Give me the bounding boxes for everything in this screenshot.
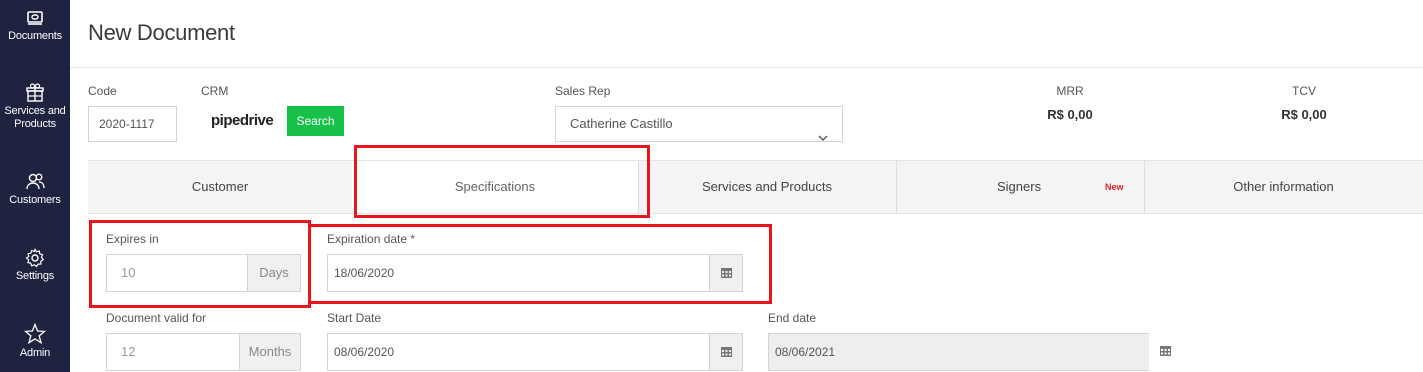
sidebar: Documents Services and Products Customer… bbox=[0, 0, 70, 372]
sales-rep-label: Sales Rep bbox=[555, 84, 611, 98]
sales-rep-select[interactable]: Catherine Castillo bbox=[555, 106, 843, 142]
new-badge: New bbox=[1105, 182, 1124, 192]
sidebar-item-label: Admin bbox=[19, 347, 51, 359]
mrr-label: MRR bbox=[1056, 84, 1084, 98]
code-label: Code bbox=[88, 84, 117, 98]
tab-other-information[interactable]: Other information bbox=[1144, 161, 1423, 213]
crm-search-button[interactable]: Search bbox=[287, 106, 344, 136]
document-valid-for-label: Document valid for bbox=[106, 311, 207, 325]
tab-signers-label: Signers bbox=[997, 179, 1042, 194]
mrr-value: R$ 0,00 bbox=[1047, 107, 1093, 122]
tab-signers[interactable]: Signers New bbox=[896, 161, 1145, 213]
highlight-expires-in bbox=[89, 220, 311, 308]
title-divider bbox=[70, 67, 1423, 68]
sidebar-item-documents[interactable]: Documents bbox=[0, 8, 70, 43]
sidebar-item-services-and-products[interactable]: Services and Products bbox=[0, 83, 70, 131]
main-content: New Document Code 2020-1117 CRM pipedriv… bbox=[70, 0, 1423, 372]
start-date-label: Start Date bbox=[327, 311, 382, 325]
sidebar-item-admin[interactable]: Admin bbox=[0, 323, 70, 360]
highlight-specifications-tab bbox=[354, 145, 650, 218]
tab-customer[interactable]: Customer bbox=[88, 161, 353, 213]
end-date-calendar-button[interactable] bbox=[1149, 333, 1183, 371]
tcv-label: TCV bbox=[1292, 84, 1316, 98]
end-date-input: 08/06/2021 bbox=[768, 333, 1150, 371]
crm-label: CRM bbox=[201, 84, 229, 98]
tab-bar: Customer Specifications Services and Pro… bbox=[88, 160, 1423, 214]
gift-icon bbox=[0, 83, 70, 103]
chevron-down-icon bbox=[818, 121, 828, 155]
sales-rep-value: Catherine Castillo bbox=[570, 116, 673, 131]
months-addon: Months bbox=[239, 333, 301, 371]
gear-icon bbox=[0, 248, 70, 268]
code-input[interactable]: 2020-1117 bbox=[88, 106, 177, 142]
users-icon bbox=[0, 172, 70, 192]
start-date-calendar-button[interactable] bbox=[709, 333, 743, 371]
document-valid-for-input[interactable]: 12 bbox=[106, 333, 240, 371]
sidebar-item-label: Settings bbox=[15, 270, 55, 282]
sidebar-item-settings[interactable]: Settings bbox=[0, 248, 70, 283]
documents-icon bbox=[0, 8, 70, 28]
end-date-label: End date bbox=[768, 311, 817, 325]
star-icon bbox=[0, 323, 70, 345]
sidebar-item-label: Customers bbox=[9, 194, 61, 206]
tab-services-and-products[interactable]: Services and Products bbox=[638, 161, 897, 213]
tcv-value: R$ 0,00 bbox=[1281, 107, 1327, 122]
page-title: New Document bbox=[88, 20, 235, 45]
sidebar-item-label: Services and Products bbox=[4, 105, 66, 130]
pipedrive-logo: pipedrive bbox=[211, 112, 274, 129]
start-date-input[interactable]: 08/06/2020 bbox=[327, 333, 719, 371]
sidebar-item-label: Documents bbox=[8, 30, 62, 42]
highlight-expiration-date bbox=[308, 224, 772, 304]
sidebar-item-customers[interactable]: Customers bbox=[0, 172, 70, 207]
